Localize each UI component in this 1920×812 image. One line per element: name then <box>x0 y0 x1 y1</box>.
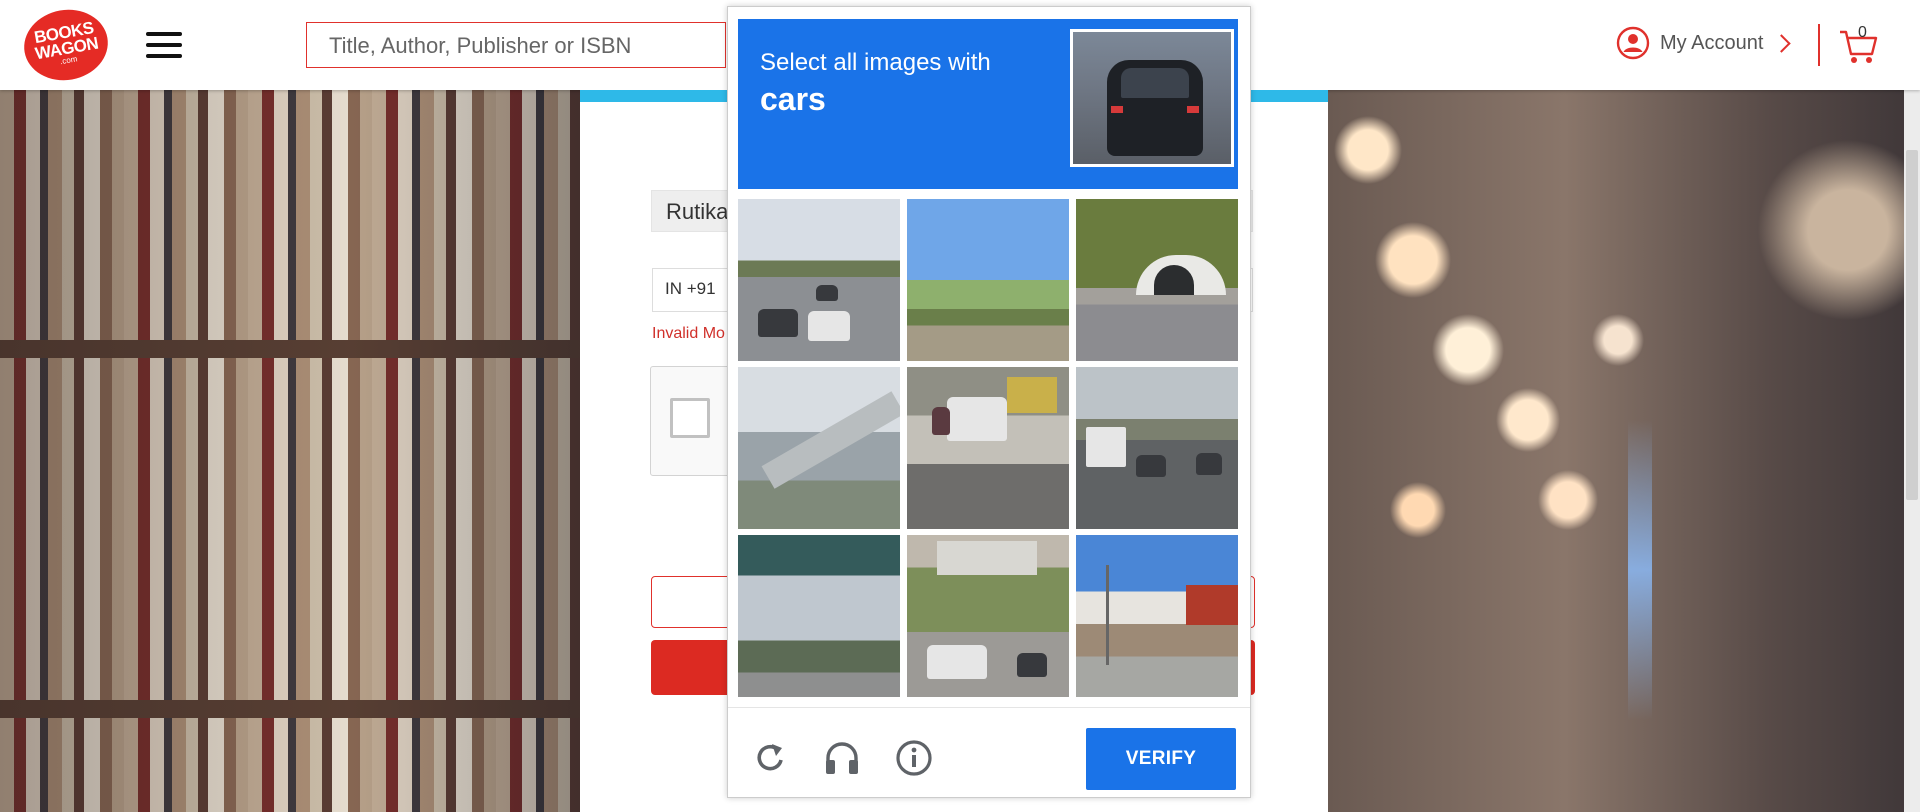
captcha-tile-1[interactable] <box>738 199 900 361</box>
my-account-link[interactable]: My Account <box>1616 26 1792 60</box>
mobile-error-message: Invalid Mo <box>652 325 725 342</box>
captcha-challenge: Select all images with cars VERIFY <box>727 6 1251 798</box>
chevron-right-icon <box>1772 33 1792 53</box>
cart-button[interactable]: 0 <box>1838 22 1880 66</box>
captcha-tile-2[interactable] <box>907 199 1069 361</box>
verify-button[interactable]: VERIFY <box>1086 728 1236 790</box>
captcha-tile-5[interactable] <box>907 367 1069 529</box>
menu-icon[interactable] <box>146 32 182 58</box>
sample-car-image <box>1070 29 1234 167</box>
header-divider <box>1818 24 1820 66</box>
captcha-tile-8[interactable] <box>907 535 1069 697</box>
captcha-object: cars <box>760 81 826 117</box>
captcha-image-grid <box>738 199 1238 697</box>
captcha-tile-7[interactable] <box>738 535 900 697</box>
recaptcha-checkbox[interactable] <box>670 398 710 438</box>
user-icon <box>1616 26 1650 60</box>
captcha-tile-3[interactable] <box>1076 199 1238 361</box>
cart-count: 0 <box>1858 24 1867 41</box>
captcha-tile-9[interactable] <box>1076 535 1238 697</box>
logo-text-domain: .com <box>59 54 79 67</box>
scrollbar-thumb[interactable] <box>1906 150 1918 500</box>
search-input[interactable] <box>307 23 711 69</box>
search-box[interactable] <box>306 22 726 69</box>
captcha-tile-4[interactable] <box>738 367 900 529</box>
bokeh-background <box>1328 90 1920 812</box>
headphones-icon[interactable] <box>822 738 862 778</box>
captcha-instruction: Select all images with <box>760 49 991 76</box>
my-account-label: My Account <box>1660 31 1764 54</box>
bookshelf-background <box>0 90 580 812</box>
captcha-prompt: Select all images with cars <box>738 19 1238 189</box>
reload-icon[interactable] <box>750 738 790 778</box>
info-icon[interactable] <box>894 738 934 778</box>
bookswagon-logo[interactable]: BOOKS WAGON .com <box>18 3 114 87</box>
captcha-footer: VERIFY <box>728 707 1250 798</box>
captcha-tile-6[interactable] <box>1076 367 1238 529</box>
